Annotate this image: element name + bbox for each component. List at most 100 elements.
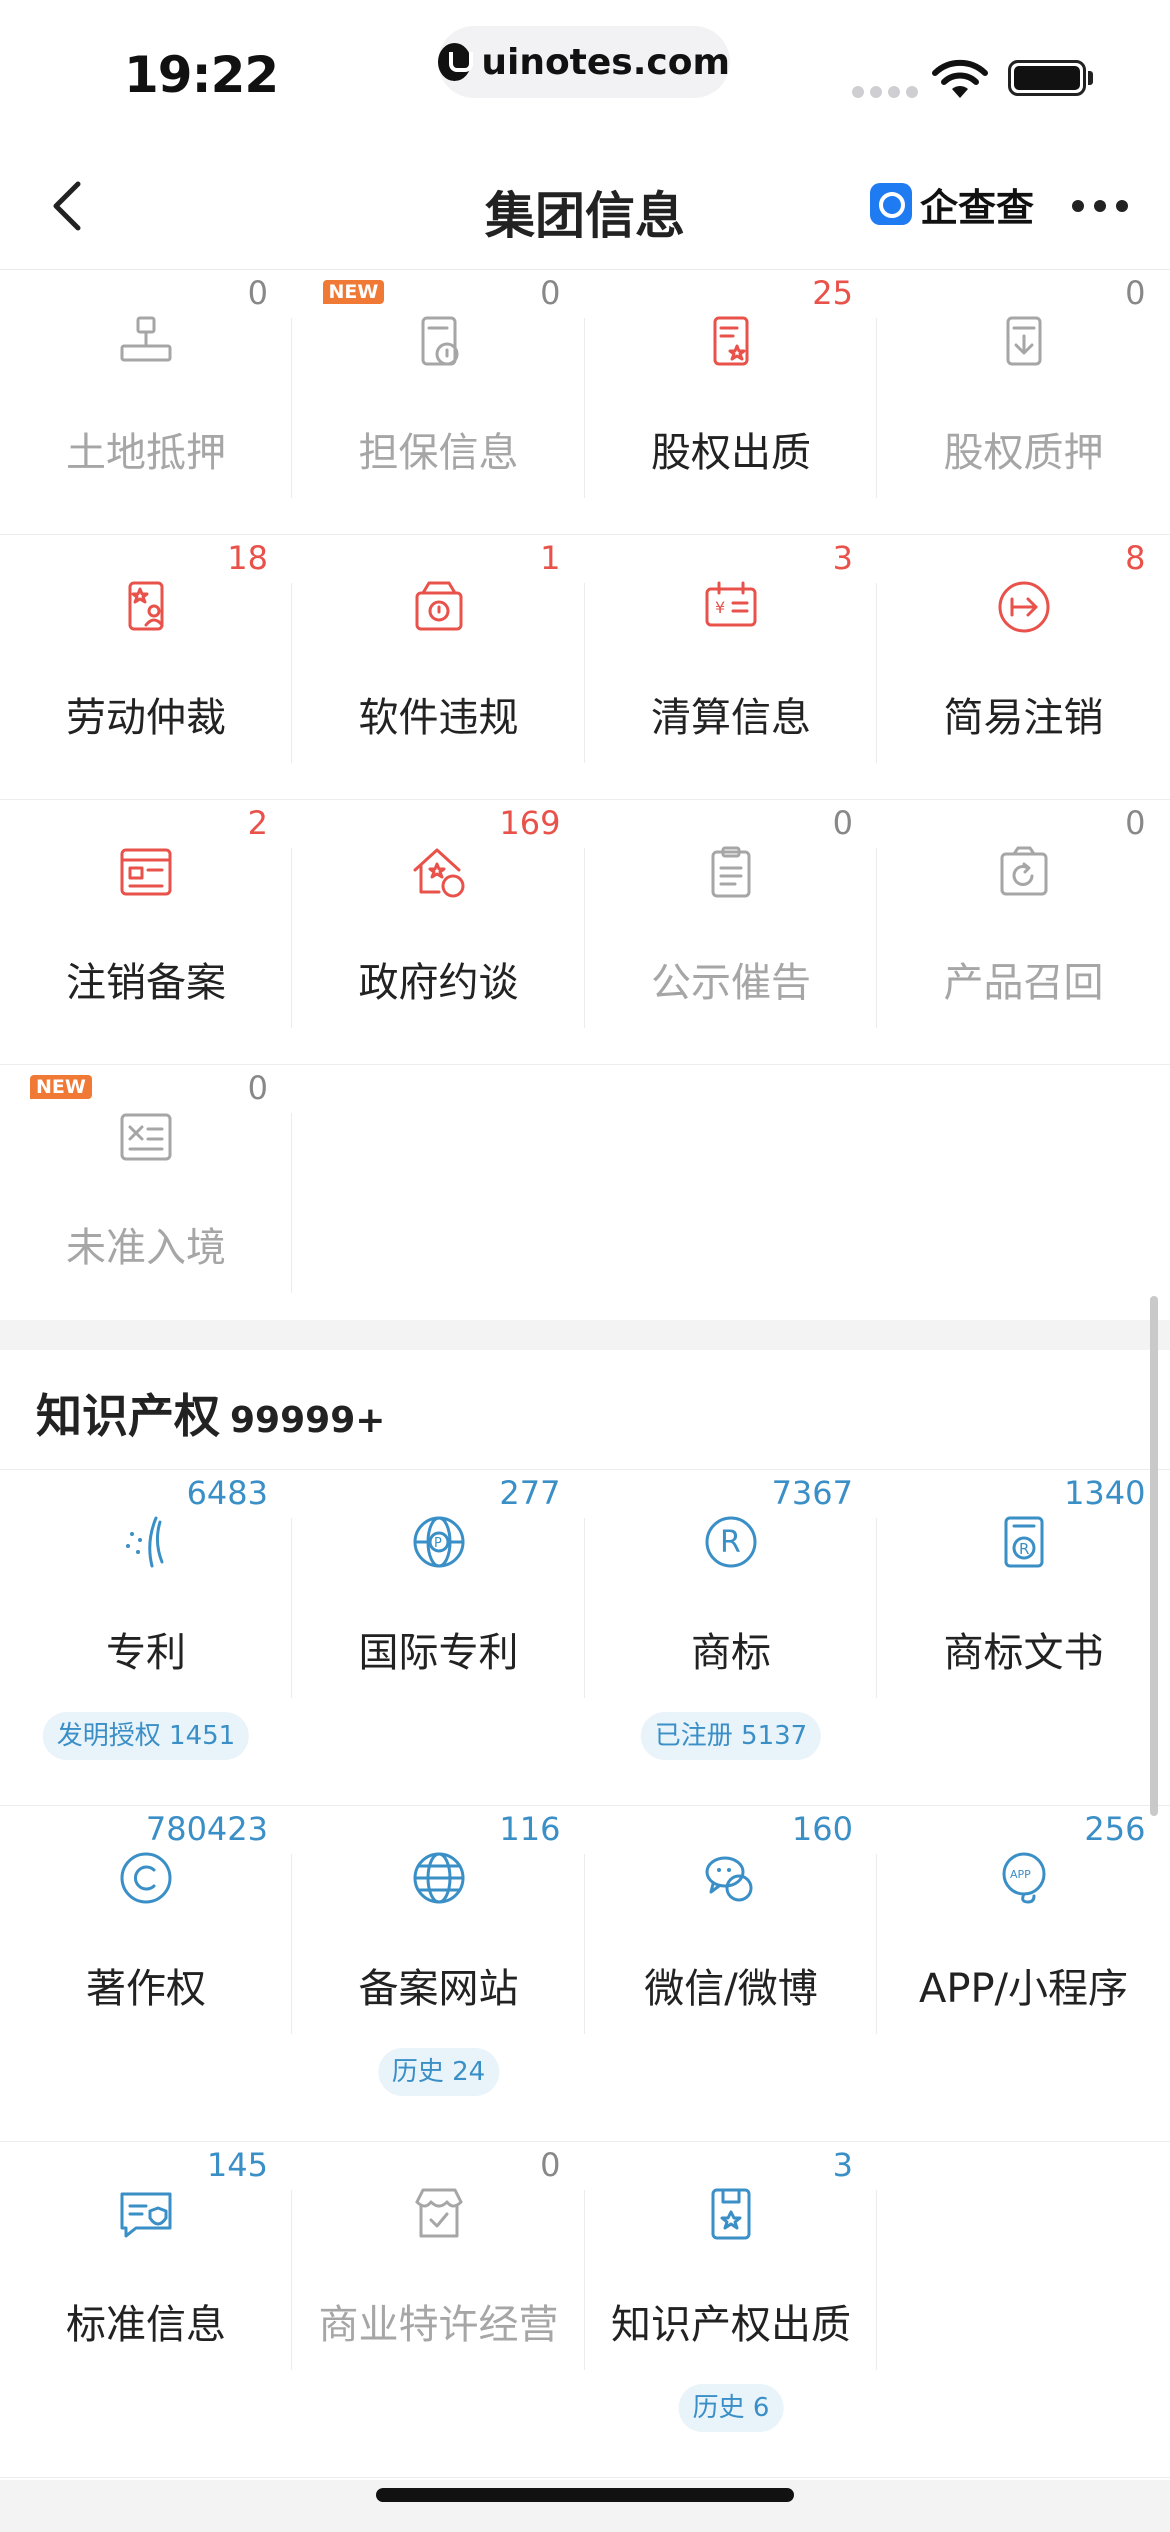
item-count: 3: [832, 2146, 853, 2184]
item-count: 0: [540, 274, 561, 312]
item-label: 清算信息: [651, 695, 811, 741]
grid-item-wechat-weibo[interactable]: 160 微信/微博: [585, 1806, 877, 2142]
item-label: 简易注销: [943, 695, 1104, 741]
grid-item-copyright[interactable]: 780423 著作权: [0, 1806, 292, 2142]
government-interview-icon: [409, 842, 469, 902]
grid-item-simple-deregistration[interactable]: 8 简易注销: [878, 535, 1170, 800]
svg-text:R: R: [1019, 1540, 1029, 1558]
cell-divider: [291, 1113, 292, 1293]
item-count: 116: [499, 1810, 561, 1848]
patent-icon: [116, 1512, 176, 1572]
international-patent-icon: P: [409, 1512, 469, 1572]
item-label: 专利: [106, 1630, 186, 1676]
grid-item-software-violation[interactable]: 1 软件违规: [293, 535, 585, 800]
item-label: 未准入境: [66, 1225, 226, 1271]
ip-section-title: 知识产权 99999+: [36, 1380, 385, 1446]
item-count: 1340: [1064, 1474, 1146, 1512]
item-count: 169: [499, 804, 561, 842]
more-options-icon[interactable]: [1072, 200, 1128, 212]
svg-text:R: R: [720, 1525, 741, 1560]
svg-text:APP: APP: [1010, 1868, 1031, 1881]
liquidation-icon: ¥: [701, 577, 761, 637]
grid-item-labor-arbitration[interactable]: 18 劳动仲裁: [0, 535, 292, 800]
svg-text:P: P: [434, 1536, 442, 1551]
ip-grid-row: 145 标准信息 0 商业特许经营 3 知识产权出质 历史 6: [0, 2142, 1170, 2478]
battery-icon: [1008, 60, 1086, 96]
ip-section-count: 99999+: [230, 1400, 386, 1441]
item-sub-tag[interactable]: 历史 6: [678, 2384, 784, 2432]
grid-item-ip-pledge[interactable]: 3 知识产权出质 历史 6: [585, 2142, 877, 2478]
grid-item-public-notice[interactable]: 0 公示催告: [585, 800, 877, 1065]
website-icon: [409, 1848, 469, 1908]
item-count: 780423: [145, 1810, 268, 1848]
standard-info-icon: [116, 2184, 176, 2244]
grid-item-trademark-document[interactable]: 1340 R 商标文书: [878, 1470, 1170, 1806]
grid-item-trademark[interactable]: 7367 R 商标 已注册 5137: [585, 1470, 877, 1806]
grid-item-share-pledge[interactable]: 0 股权质押: [878, 270, 1170, 535]
item-label: 担保信息: [358, 430, 519, 476]
item-count: 145: [206, 2146, 268, 2184]
home-indicator[interactable]: [376, 2488, 794, 2502]
item-sub-tag[interactable]: 历史 24: [377, 2048, 500, 2096]
simple-deregistration-icon: [994, 577, 1054, 637]
grid-item-deregistration-filing[interactable]: 2 注销备案: [0, 800, 292, 1065]
equity-pledge-icon: [701, 312, 761, 372]
item-label: 备案网站: [358, 1966, 519, 2012]
grid-item-franchise[interactable]: 0 商业特许经营: [293, 2142, 585, 2478]
grid-item-land-mortgage[interactable]: 0 土地抵押: [0, 270, 292, 535]
wechat-weibo-icon: [701, 1848, 761, 1908]
copyright-icon: [116, 1848, 176, 1908]
grid-item-international-patent[interactable]: 277 P 国际专利: [293, 1470, 585, 1806]
share-pledge-icon: [994, 312, 1054, 372]
grid-item-product-recall[interactable]: 0 产品召回: [878, 800, 1170, 1065]
item-count: 7367: [771, 1474, 853, 1512]
ip-grid-row: 780423 著作权 116 备案网站 历史 24 160 微信/微博 256 APP APP/小…: [0, 1806, 1170, 2142]
new-badge: NEW: [322, 280, 385, 304]
grid-item-app[interactable]: 256 APP APP/小程序: [878, 1806, 1170, 2142]
battery-cap: [1088, 71, 1093, 85]
item-label: 商标文书: [943, 1630, 1104, 1676]
site-logo-icon: [438, 43, 474, 81]
ip-section-title-text: 知识产权: [36, 1389, 220, 1443]
guarantee-icon: [409, 312, 469, 372]
ip-section-header: 知识产权 99999+: [0, 1350, 1170, 1470]
deregistration-filing-icon: [116, 842, 176, 902]
app-icon: APP: [994, 1848, 1054, 1908]
land-mortgage-icon: [116, 312, 176, 372]
risk-grid-row: 2 注销备案 169 政府约谈 0 公示催告 0 产品召回: [0, 800, 1170, 1065]
item-label: 土地抵押: [66, 430, 226, 476]
item-label: 著作权: [86, 1966, 206, 2012]
grid-item-standard-info[interactable]: 145 标准信息: [0, 2142, 292, 2478]
grid-item-guarantee[interactable]: 0 NEW 担保信息: [293, 270, 585, 535]
item-label: 国际专利: [358, 1630, 519, 1676]
item-label: 知识产权出质: [611, 2302, 851, 2348]
grid-item-liquidation[interactable]: 3 ¥ 清算信息: [585, 535, 877, 800]
risk-grid-row: 18 劳动仲裁 1 软件违规 3 ¥ 清算信息 8 简易注销: [0, 535, 1170, 800]
grid-item-entry-denied[interactable]: 0 NEW 未准入境: [0, 1065, 292, 1330]
item-label: APP/小程序: [918, 1966, 1129, 2012]
url-pill[interactable]: uinotes.com: [438, 26, 730, 98]
item-label: 劳动仲裁: [66, 695, 226, 741]
item-count: 3: [832, 539, 853, 577]
item-count: 0: [247, 274, 268, 312]
grid-item-equity-pledge[interactable]: 25 股权出质: [585, 270, 877, 535]
item-label: 股权出质: [651, 430, 811, 476]
grid-item-government-interview[interactable]: 169 政府约谈: [293, 800, 585, 1065]
trademark-document-icon: R: [994, 1512, 1054, 1572]
item-count: 160: [791, 1810, 853, 1848]
item-label: 注销备案: [66, 960, 226, 1006]
cellular-signal-icon: [852, 86, 918, 98]
grid-item-patent[interactable]: 6483 专利发明授权 1451: [0, 1470, 292, 1806]
item-sub-tag[interactable]: 已注册 5137: [640, 1712, 822, 1760]
software-violation-icon: [409, 577, 469, 637]
scrollbar-thumb[interactable]: [1150, 1296, 1158, 1816]
svg-text:¥: ¥: [715, 598, 725, 617]
item-count: 0: [832, 804, 853, 842]
grid-item-website[interactable]: 116 备案网站历史 24: [293, 1806, 585, 2142]
item-sub-tag[interactable]: 发明授权 1451: [42, 1712, 250, 1760]
url-text: uinotes.com: [481, 41, 730, 83]
brand-link[interactable]: 企查查: [870, 180, 1034, 230]
wifi-icon: [932, 59, 988, 98]
item-count: 6483: [186, 1474, 268, 1512]
item-count: 2: [247, 804, 268, 842]
